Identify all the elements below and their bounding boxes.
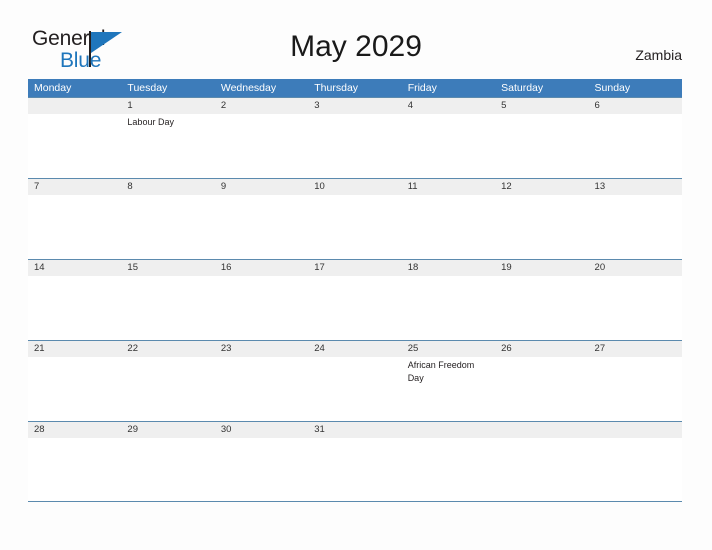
day-cell-empty [121, 357, 214, 421]
day-cell-empty [495, 195, 588, 259]
day-number [28, 98, 121, 114]
day-cell-empty [215, 357, 308, 421]
day-number [495, 422, 588, 438]
grid-bottom-rule [28, 501, 682, 502]
day-cell-empty [402, 438, 495, 502]
day-number[interactable]: 7 [28, 179, 121, 195]
country-label: Zambia [635, 47, 682, 63]
day-number[interactable]: 28 [28, 422, 121, 438]
event-band: Labour Day [28, 114, 682, 178]
day-number[interactable]: 1 [121, 98, 214, 114]
date-number-band: 21 22 23 24 25 26 27 [28, 340, 682, 357]
day-number[interactable]: 14 [28, 260, 121, 276]
date-number-band: 28 29 30 31 [28, 421, 682, 438]
day-number[interactable]: 15 [121, 260, 214, 276]
day-number[interactable]: 11 [402, 179, 495, 195]
day-number [589, 422, 682, 438]
day-cell-empty [495, 438, 588, 502]
date-number-band: 7 8 9 10 11 12 13 [28, 178, 682, 195]
day-cell-empty [402, 195, 495, 259]
day-number[interactable]: 13 [589, 179, 682, 195]
weekday-header-row: Monday Tuesday Wednesday Thursday Friday Satu… [28, 79, 682, 97]
calendar-week-row: 21 22 23 24 25 26 27 African Freedom Day [28, 340, 682, 421]
day-cell-empty [589, 114, 682, 178]
day-cell-empty [495, 276, 588, 340]
day-cell-empty [28, 114, 121, 178]
day-cell-empty [215, 276, 308, 340]
day-cell-empty [589, 195, 682, 259]
day-number[interactable]: 21 [28, 341, 121, 357]
day-cell-empty [495, 357, 588, 421]
event-band [28, 195, 682, 259]
day-number[interactable]: 26 [495, 341, 588, 357]
day-cell-empty [308, 276, 401, 340]
day-cell-empty [215, 195, 308, 259]
day-number[interactable]: 24 [308, 341, 401, 357]
day-cell-empty [308, 357, 401, 421]
day-number[interactable]: 18 [402, 260, 495, 276]
date-number-band: 123456 [28, 97, 682, 114]
event-band: African Freedom Day [28, 357, 682, 421]
day-cell-empty [28, 276, 121, 340]
day-number[interactable]: 29 [121, 422, 214, 438]
weekday-header-monday: Monday [34, 82, 72, 94]
day-number[interactable]: 27 [589, 341, 682, 357]
day-cell-empty [589, 438, 682, 502]
calendar-week-row: 28 29 30 31 [28, 421, 682, 502]
day-number[interactable]: 2 [215, 98, 308, 114]
day-cell-empty [495, 114, 588, 178]
day-cell-empty [28, 438, 121, 502]
day-cell-empty [215, 438, 308, 502]
event-band [28, 276, 682, 340]
calendar-weeks: 1 2 3 4 5 6 Labour Day 7 8 9 10 11 12 13 14 15 16 17 18 19 2… [28, 97, 682, 502]
day-cell-empty [28, 357, 121, 421]
calendar-week-row: 1 2 3 4 5 6 Labour Day [28, 97, 682, 178]
day-number[interactable]: 5 [495, 98, 588, 114]
day-event-label[interactable]: Labour Day [121, 114, 214, 178]
day-cell-empty [308, 114, 401, 178]
day-number[interactable]: 10 [308, 179, 401, 195]
weekday-header-friday: Friday [407, 82, 437, 94]
day-number[interactable]: 8 [121, 179, 214, 195]
day-cell-empty [121, 276, 214, 340]
day-cell-empty [121, 195, 214, 259]
calendar-week-row: 7 8 9 10 11 12 13 [28, 178, 682, 259]
calendar-week-row: 14 15 16 17 18 19 20 [28, 259, 682, 340]
day-cell-empty [121, 438, 214, 502]
weekday-header-tuesday: Tuesday [127, 82, 168, 94]
weekday-header-thursday: Thursday [314, 82, 359, 94]
day-number[interactable]: 12 [495, 179, 588, 195]
day-cell-empty [402, 276, 495, 340]
day-number[interactable]: 25 [402, 341, 495, 357]
weekday-header-sunday: Sunday [594, 82, 631, 94]
day-cell-empty [402, 114, 495, 178]
page-header: General Blue May 2029 Zambia [0, 0, 712, 79]
day-number[interactable]: 30 [215, 422, 308, 438]
day-number[interactable]: 4 [402, 98, 495, 114]
day-number[interactable]: 9 [215, 179, 308, 195]
day-number[interactable]: 17 [308, 260, 401, 276]
day-number[interactable]: 3 [308, 98, 401, 114]
day-number[interactable]: 23 [215, 341, 308, 357]
event-band [28, 438, 682, 502]
weekday-header-saturday: Saturday [501, 82, 544, 94]
day-cell-empty [589, 357, 682, 421]
day-number[interactable]: 20 [589, 260, 682, 276]
day-number [402, 422, 495, 438]
day-cell-empty [308, 195, 401, 259]
calendar-grid: Monday Tuesday Wednesday Thursday Friday Satu… [28, 79, 682, 502]
day-number[interactable]: 22 [121, 341, 214, 357]
day-number[interactable]: 6 [589, 98, 682, 114]
day-cell-empty [308, 438, 401, 502]
day-number[interactable]: 19 [495, 260, 588, 276]
day-number[interactable]: 16 [215, 260, 308, 276]
date-number-band: 14 15 16 17 18 19 20 [28, 259, 682, 276]
weekday-header-wednesday: Wednesday [220, 82, 277, 94]
day-event-label[interactable]: African Freedom Day [402, 357, 495, 421]
day-number[interactable]: 31 [308, 422, 401, 438]
day-cell-empty [215, 114, 308, 178]
day-cell-empty [589, 276, 682, 340]
day-cell-empty [28, 195, 121, 259]
page-title: May 2029 [290, 30, 422, 63]
